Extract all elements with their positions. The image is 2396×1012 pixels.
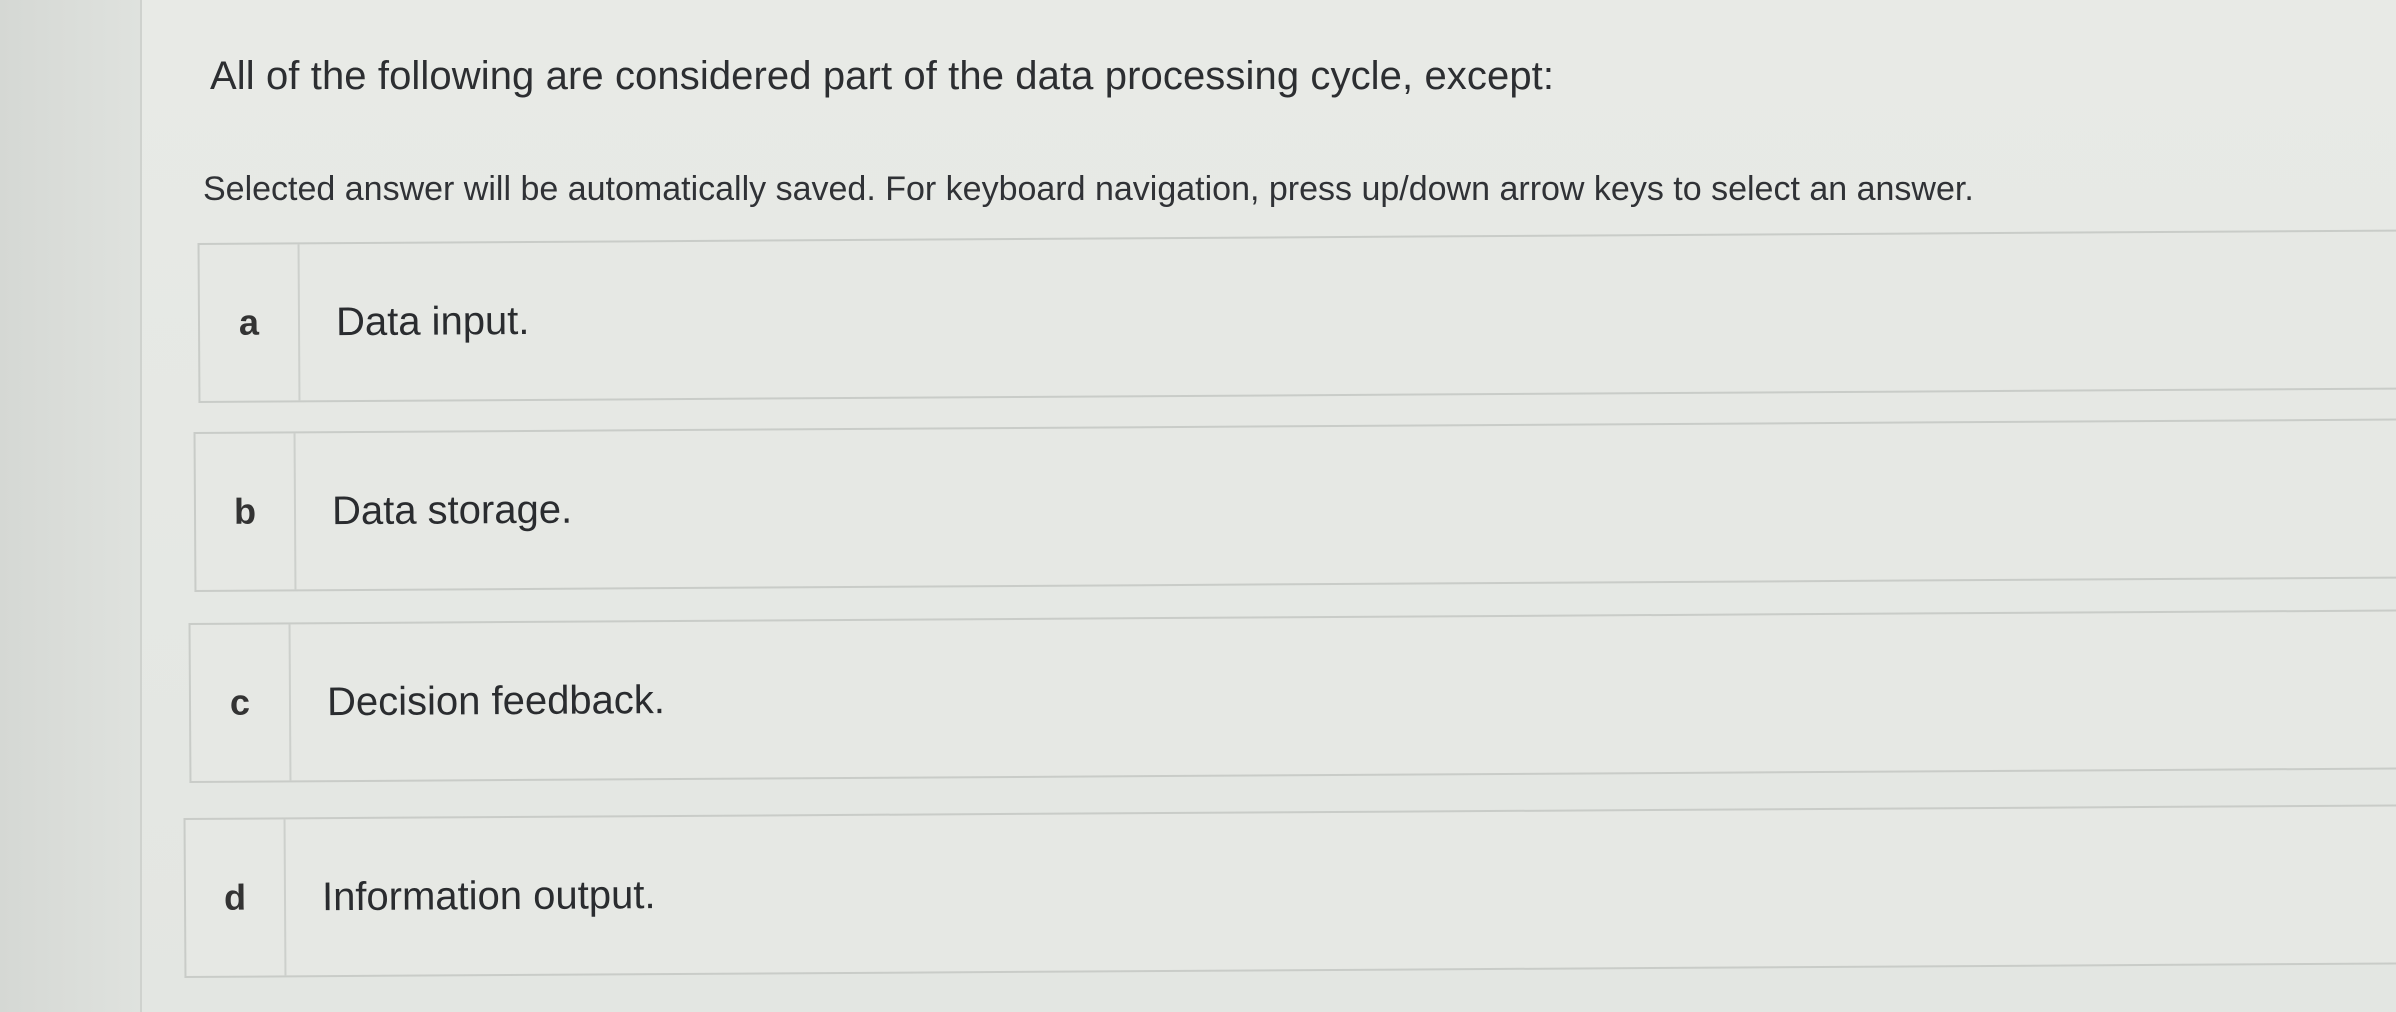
option-letter: a xyxy=(199,244,301,401)
option-letter: d xyxy=(185,819,287,976)
answer-instructions: Selected answer will be automatically sa… xyxy=(203,170,1974,208)
answer-option-a[interactable]: a Data input. xyxy=(197,229,2396,403)
option-letter: c xyxy=(190,624,292,781)
answer-option-c[interactable]: c Decision feedback. xyxy=(188,609,2396,783)
answer-option-b[interactable]: b Data storage. xyxy=(193,418,2396,592)
answer-option-d[interactable]: d Information output. xyxy=(183,804,2396,978)
option-letter: b xyxy=(195,433,297,590)
option-label: Data input. xyxy=(335,298,530,344)
option-label: Information output. xyxy=(321,872,656,919)
question-text: All of the following are considered part… xyxy=(210,54,1555,98)
left-margin xyxy=(0,0,142,1012)
option-label: Decision feedback. xyxy=(326,677,666,724)
option-label: Data storage. xyxy=(331,487,573,533)
